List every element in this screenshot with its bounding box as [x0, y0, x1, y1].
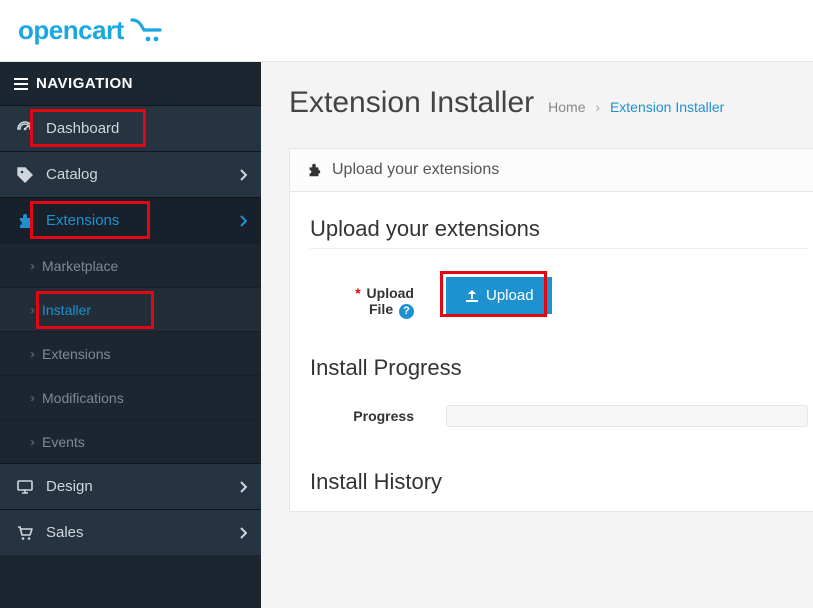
- puzzle-icon: [14, 212, 36, 230]
- panel-body: Upload your extensions * Upload File ?: [290, 192, 813, 511]
- breadcrumb-current[interactable]: Extension Installer: [610, 99, 724, 115]
- progress-section-title: Install Progress: [310, 355, 808, 387]
- upload-form-row: * Upload File ? Upload: [310, 263, 808, 349]
- panel-header: Upload your extensions: [290, 149, 813, 192]
- chevron-right-icon: [239, 481, 247, 493]
- menu-icon: [14, 78, 28, 90]
- brand-text: opencart: [18, 15, 124, 46]
- chevron-right-icon: [239, 527, 247, 539]
- sidebar-item-dashboard[interactable]: Dashboard: [0, 105, 261, 151]
- progress-label: Progress: [310, 408, 420, 424]
- sidebar-item-label: Dashboard: [46, 120, 119, 137]
- dashboard-icon: [14, 120, 36, 138]
- breadcrumb-separator: ›: [595, 99, 600, 115]
- page-header: Extension Installer Home › Extension Ins…: [261, 62, 813, 130]
- puzzle-icon: [306, 162, 322, 178]
- progress-bar: [446, 405, 808, 427]
- chevron-right-icon: [239, 215, 247, 227]
- sidebar: NAVIGATION Dashboard Catalog Extensions: [0, 62, 261, 608]
- cart-icon: [14, 524, 36, 542]
- main-content: Extension Installer Home › Extension Ins…: [261, 62, 813, 608]
- upload-label-line1: Upload: [367, 285, 414, 301]
- upload-button[interactable]: Upload: [446, 277, 552, 314]
- required-star: *: [355, 285, 360, 301]
- chevron-right-icon: [239, 169, 247, 181]
- upload-file-label: * Upload File ?: [310, 277, 420, 319]
- upload-button-wrap: Upload: [446, 277, 552, 314]
- sidebar-item-design[interactable]: Design: [0, 463, 261, 509]
- monitor-icon: [14, 478, 36, 496]
- installer-panel: Upload your extensions Upload your exten…: [289, 148, 813, 512]
- double-chevron-icon: ››: [30, 435, 32, 449]
- sidebar-item-label: Design: [46, 478, 93, 495]
- sidebar-sub-installer[interactable]: ›› Installer: [0, 287, 261, 331]
- sidebar-item-sales[interactable]: Sales: [0, 509, 261, 555]
- upload-label-line2: File: [369, 301, 393, 317]
- breadcrumb-home[interactable]: Home: [548, 99, 585, 115]
- sidebar-item-label: Modifications: [42, 390, 124, 406]
- upload-icon: [464, 289, 480, 303]
- page-title: Extension Installer: [289, 86, 534, 120]
- sidebar-sub-extensions[interactable]: ›› Extensions: [0, 331, 261, 375]
- progress-row: Progress: [310, 387, 808, 427]
- sidebar-sub-events[interactable]: ›› Events: [0, 419, 261, 463]
- sidebar-item-label: Extensions: [46, 212, 119, 229]
- nav-header: NAVIGATION: [0, 62, 261, 105]
- sidebar-item-catalog[interactable]: Catalog: [0, 151, 261, 197]
- help-icon[interactable]: ?: [399, 304, 414, 319]
- double-chevron-icon: ››: [30, 391, 32, 405]
- tag-icon: [14, 166, 36, 184]
- double-chevron-icon: ››: [30, 259, 32, 273]
- cart-icon: [130, 18, 164, 44]
- sidebar-item-label: Events: [42, 434, 85, 450]
- sidebar-item-label: Catalog: [46, 166, 98, 183]
- sidebar-item-label: Sales: [46, 524, 84, 541]
- upload-button-label: Upload: [486, 287, 534, 304]
- upload-section-title: Upload your extensions: [310, 216, 808, 249]
- sidebar-sub-modifications[interactable]: ›› Modifications: [0, 375, 261, 419]
- double-chevron-icon: ››: [30, 347, 32, 361]
- double-chevron-icon: ››: [30, 303, 32, 317]
- sidebar-item-label: Extensions: [42, 346, 110, 362]
- top-header: opencart: [0, 0, 813, 62]
- sidebar-item-label: Installer: [42, 302, 91, 318]
- sidebar-item-label: Marketplace: [42, 258, 118, 274]
- history-section-title: Install History: [310, 469, 808, 501]
- sidebar-sub-marketplace[interactable]: ›› Marketplace: [0, 243, 261, 287]
- nav-header-label: NAVIGATION: [36, 75, 133, 92]
- brand-logo[interactable]: opencart: [18, 15, 164, 46]
- sidebar-item-extensions[interactable]: Extensions: [0, 197, 261, 243]
- panel-header-label: Upload your extensions: [332, 161, 499, 179]
- breadcrumb: Home › Extension Installer: [548, 99, 724, 115]
